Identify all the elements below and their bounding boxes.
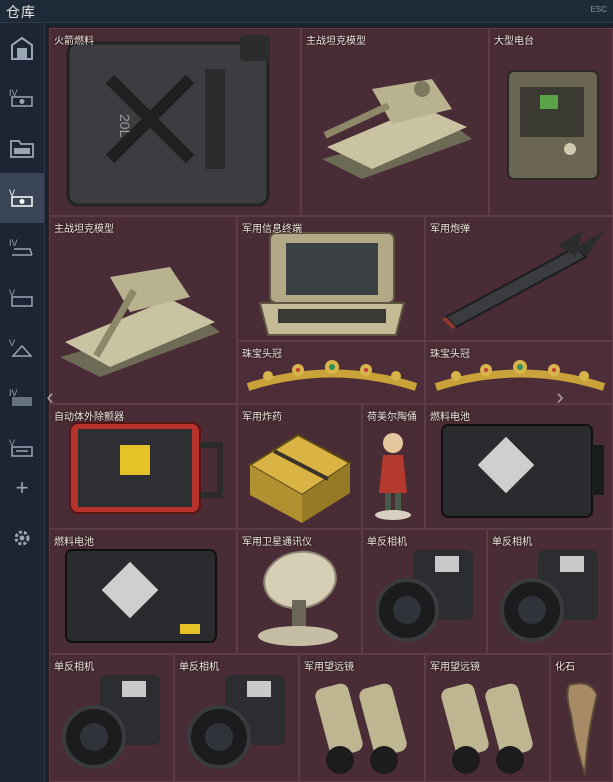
sidebar-item-vehicle-5[interactable]: V	[0, 323, 44, 373]
binoculars-image	[441, 683, 533, 774]
item-cell[interactable]: 火箭燃料 20L	[49, 28, 301, 216]
vehicle-v-icon: V	[9, 288, 33, 307]
fuel-cell-image	[65, 549, 217, 643]
garage-icon	[11, 36, 33, 60]
item-label: 单反相机	[54, 662, 94, 673]
camera-image	[500, 550, 598, 642]
vehicle-v-icon: V	[9, 188, 33, 207]
item-cell[interactable]: 珠宝头冠	[237, 341, 425, 404]
item-label: 军用卫星通讯仪	[242, 537, 312, 548]
item-cell[interactable]: 燃料电池	[425, 404, 613, 529]
item-cell[interactable]: 单反相机	[362, 529, 487, 654]
item-label: 自动体外除颤器	[54, 412, 124, 423]
item-label: 军用炸药	[242, 412, 282, 423]
svg-text:20L: 20L	[117, 114, 133, 138]
item-cell[interactable]: 主战坦克模型	[49, 216, 237, 404]
item-grid: 火箭燃料 20L 主战坦克模型 大型电台 主战坦克模型 军用信息终端 军用炮弹 …	[46, 27, 613, 782]
item-label: 单反相机	[492, 537, 532, 548]
sidebar-item-vehicle-6[interactable]: IV	[0, 373, 44, 423]
svg-text:V: V	[9, 338, 15, 348]
binoculars-image	[315, 683, 407, 774]
figurine-image	[375, 433, 411, 520]
item-label: 火箭燃料	[54, 36, 94, 47]
camera-image	[375, 550, 473, 642]
item-label: 军用望远镜	[304, 662, 354, 673]
folder-icon	[10, 140, 34, 158]
fossil-image	[566, 682, 599, 776]
satellite-communicator-image	[258, 550, 338, 646]
settings-button[interactable]	[0, 513, 44, 563]
item-cell[interactable]: 军用信息终端	[237, 216, 425, 341]
sidebar: IV V IV V V IV V +	[0, 23, 45, 782]
artillery-shell-image	[442, 231, 604, 329]
item-cell[interactable]: 军用卫星通讯仪	[237, 529, 362, 654]
chevron-left-icon: ‹	[46, 384, 54, 409]
item-label: 主战坦克模型	[54, 224, 114, 235]
item-cell[interactable]: 单反相机	[487, 529, 613, 654]
vehicle-iv-icon: IV	[9, 238, 33, 256]
item-cell[interactable]: 大型电台	[489, 28, 613, 216]
item-cell[interactable]: 自动体外除颤器	[49, 404, 237, 529]
next-page-button[interactable]: ›	[551, 382, 569, 412]
defibrillator-image	[69, 422, 223, 514]
sidebar-item-vehicle-4[interactable]: V	[0, 273, 44, 323]
item-cell[interactable]: 主战坦克模型	[301, 28, 489, 216]
item-cell[interactable]: 化石	[550, 654, 613, 782]
item-label: 军用炮弹	[430, 224, 470, 235]
sidebar-item-vehicle-1[interactable]: IV	[0, 73, 44, 123]
sidebar-item-folder[interactable]	[0, 123, 44, 173]
item-label: 珠宝头冠	[242, 349, 282, 360]
item-cell[interactable]: 珠宝头冠	[425, 341, 613, 404]
vehicle-iv-icon: IV	[9, 388, 32, 406]
item-label: 单反相机	[367, 537, 407, 548]
svg-text:IV: IV	[9, 238, 18, 248]
item-label: 荷美尔陶俑	[367, 412, 417, 423]
svg-text:IV: IV	[9, 388, 18, 398]
title-bar: 仓库 ESC	[0, 0, 613, 23]
sidebar-item-vehicle-2[interactable]: V	[0, 173, 44, 223]
camera-image	[62, 675, 160, 769]
item-cell[interactable]: 军用望远镜	[299, 654, 425, 782]
add-tab-button[interactable]: +	[0, 463, 44, 513]
item-label: 大型电台	[494, 36, 534, 47]
add-icon: +	[15, 475, 29, 500]
item-cell[interactable]: 燃料电池	[49, 529, 237, 654]
item-label: 军用信息终端	[242, 224, 302, 235]
jerrycan-image: 20L	[66, 35, 270, 207]
item-label: 燃料电池	[54, 537, 94, 548]
item-cell[interactable]: 军用望远镜	[425, 654, 550, 782]
chevron-right-icon: ›	[556, 384, 564, 409]
item-label: 军用望远镜	[430, 662, 480, 673]
vehicle-v-icon: V	[9, 438, 33, 457]
tank-model-image	[60, 267, 220, 377]
tank-model-image	[322, 79, 472, 179]
fuel-cell-image	[441, 424, 604, 518]
window-title: 仓库	[6, 4, 36, 20]
item-cell[interactable]: 单反相机	[174, 654, 299, 782]
item-cell[interactable]: 军用炮弹	[425, 216, 613, 341]
explosive-crate-image	[248, 433, 352, 523]
vehicle-iv-icon: IV	[9, 88, 33, 107]
sidebar-item-vehicle-3[interactable]: IV	[0, 223, 44, 273]
vehicle-v-icon: V	[9, 338, 33, 357]
close-hint[interactable]: ESC	[591, 5, 607, 14]
item-label: 燃料电池	[430, 412, 470, 423]
item-label: 珠宝头冠	[430, 349, 470, 360]
item-cell[interactable]: 荷美尔陶俑	[362, 404, 425, 529]
item-label: 单反相机	[179, 662, 219, 673]
terminal-image	[258, 232, 406, 336]
item-label: 化石	[555, 662, 575, 673]
radio-image	[507, 70, 599, 180]
item-cell[interactable]: 单反相机	[49, 654, 174, 782]
camera-image	[187, 675, 285, 769]
gear-icon	[14, 530, 30, 546]
item-cell[interactable]: 军用炸药	[237, 404, 362, 529]
item-label: 主战坦克模型	[306, 36, 366, 47]
sidebar-item-garage[interactable]	[0, 23, 44, 73]
